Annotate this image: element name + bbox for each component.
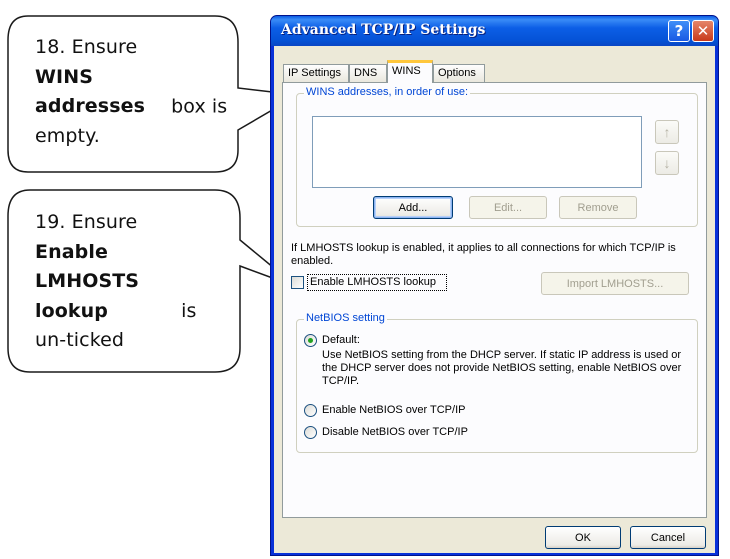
remove-button-label: Remove xyxy=(577,201,619,214)
help-button[interactable]: ? xyxy=(668,20,690,42)
remove-button[interactable]: Remove xyxy=(559,196,637,219)
tab-dns-label: DNS xyxy=(354,67,378,79)
lmhosts-info-text: If LMHOSTS lookup is enabled, it applies… xyxy=(291,242,676,267)
cancel-button[interactable]: Cancel xyxy=(630,526,706,549)
arrow-up-icon: ↑ xyxy=(663,124,671,140)
netbios-setting-group: NetBIOS setting Default: Use NetBIOS set… xyxy=(296,312,698,453)
callout-18-step: 18. Ensure xyxy=(35,36,138,58)
ok-button[interactable]: OK xyxy=(545,526,621,549)
dialog-client-area: IP Settings DNS WINS Options WINS addres… xyxy=(274,46,715,553)
advanced-tcpip-dialog: Advanced TCP/IP Settings ? ✕ IP Settings… xyxy=(270,15,719,556)
netbios-enable-radio[interactable] xyxy=(304,404,317,417)
wins-addresses-group: WINS addresses, in order of use: ↑ ↓ Add… xyxy=(296,86,698,227)
import-lmhosts-button[interactable]: Import LMHOSTS... xyxy=(541,272,689,295)
import-lmhosts-label: Import LMHOSTS... xyxy=(566,277,664,290)
window-title: Advanced TCP/IP Settings xyxy=(281,22,486,38)
help-icon: ? xyxy=(674,22,684,40)
edit-button[interactable]: Edit... xyxy=(469,196,547,219)
callout-19-bold: Enable LMHOSTS lookup xyxy=(35,240,140,322)
close-icon: ✕ xyxy=(696,22,710,40)
tab-options-label: Options xyxy=(438,67,476,79)
enable-lmhosts-label[interactable]: Enable LMHOSTS lookup xyxy=(310,276,436,289)
tab-options[interactable]: Options xyxy=(433,64,485,82)
wins-tab-panel: WINS addresses, in order of use: ↑ ↓ Add… xyxy=(282,82,707,518)
netbios-default-label[interactable]: Default: xyxy=(322,334,360,347)
callout-18-text: 18. Ensure WINS addresses box is empty. xyxy=(35,33,235,151)
tab-ip-settings[interactable]: IP Settings xyxy=(283,64,349,82)
wins-addresses-list[interactable] xyxy=(312,116,642,188)
callout-19-step: 19. Ensure xyxy=(35,211,138,233)
ok-button-label: OK xyxy=(575,531,591,544)
callout-19-text: 19. Ensure Enable LMHOSTS lookup is un-t… xyxy=(35,208,210,356)
tab-wins-label: WINS xyxy=(392,65,421,77)
edit-button-label: Edit... xyxy=(493,201,523,214)
netbios-default-description: Use NetBIOS setting from the DHCP server… xyxy=(322,349,682,387)
add-button[interactable]: Add... xyxy=(373,196,453,219)
add-button-label: Add... xyxy=(398,201,428,214)
tab-dns[interactable]: DNS xyxy=(349,64,387,82)
move-up-button[interactable]: ↑ xyxy=(655,120,679,144)
netbios-disable-radio[interactable] xyxy=(304,426,317,439)
close-button[interactable]: ✕ xyxy=(692,20,714,42)
netbios-enable-label[interactable]: Enable NetBIOS over TCP/IP xyxy=(322,404,465,417)
netbios-disable-label[interactable]: Disable NetBIOS over TCP/IP xyxy=(322,426,468,439)
arrow-down-icon: ↓ xyxy=(663,155,671,171)
tab-ip-settings-label: IP Settings xyxy=(288,67,341,79)
netbios-group-label: NetBIOS setting xyxy=(304,312,387,324)
netbios-default-radio[interactable] xyxy=(304,334,317,347)
callout-18-bold: WINS addresses xyxy=(35,65,145,118)
move-down-button[interactable]: ↓ xyxy=(655,151,679,175)
enable-lmhosts-checkbox[interactable] xyxy=(291,276,304,289)
wins-addresses-group-label: WINS addresses, in order of use: xyxy=(304,86,471,98)
tab-wins[interactable]: WINS xyxy=(387,60,433,83)
title-bar[interactable]: Advanced TCP/IP Settings ? ✕ xyxy=(271,16,718,46)
cancel-button-label: Cancel xyxy=(650,531,686,544)
